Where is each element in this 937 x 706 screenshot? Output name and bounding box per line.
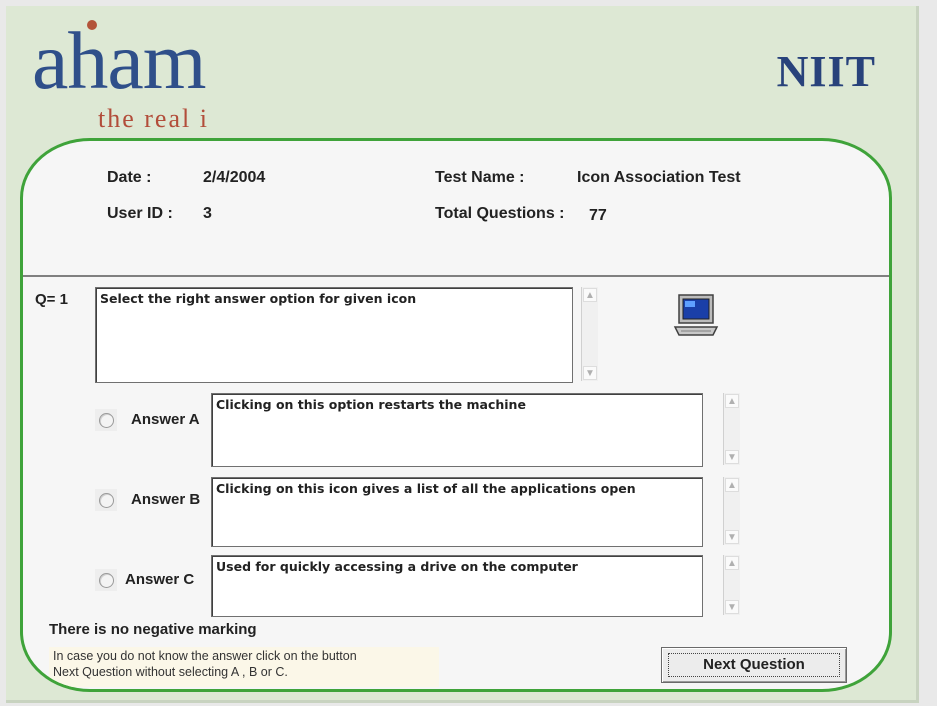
test-name-label: Test Name : [435,169,525,186]
question-number: Q= 1 [35,291,68,308]
question-scrollbar[interactable]: ▲ ▼ [581,287,598,381]
test-application: aham the real i NIIT Date : 2/4/2004 Use… [6,6,919,703]
header-divider [23,275,889,277]
scroll-down-icon[interactable]: ▼ [725,600,739,614]
answer-c-radio-wrap [95,569,117,591]
answer-b-label: Answer B [131,491,201,508]
scroll-down-icon[interactable]: ▼ [583,366,597,380]
scroll-up-icon[interactable]: ▲ [583,288,597,302]
answer-b-radio-wrap [95,489,117,511]
answer-c-textbox[interactable]: Used for quickly accessing a drive on th… [211,555,703,617]
scroll-down-icon[interactable]: ▼ [725,530,739,544]
answer-b-text: Clicking on this icon gives a list of al… [216,481,636,496]
answer-c-text: Used for quickly accessing a drive on th… [216,559,578,574]
hint-line-1: In case you do not know the answer click… [53,649,357,663]
answer-a-radio-wrap [95,409,117,431]
date-label: Date : [107,169,152,186]
instruction-hint: In case you do not know the answer click… [49,647,439,687]
aham-logo: aham the real i [32,20,292,138]
next-question-button[interactable]: Next Question [661,647,847,683]
date-value: 2/4/2004 [203,169,266,186]
question-textbox[interactable]: Select the right answer option for given… [95,287,573,383]
test-panel: Date : 2/4/2004 User ID : 3 Test Name : … [20,138,892,692]
answer-c-scrollbar[interactable]: ▲ ▼ [723,555,740,615]
answer-a-scrollbar[interactable]: ▲ ▼ [723,393,740,465]
question-text: Select the right answer option for given… [100,291,417,306]
user-id-value: 3 [203,205,212,222]
scroll-down-icon[interactable]: ▼ [725,450,739,464]
scroll-up-icon[interactable]: ▲ [725,478,739,492]
answer-c-label: Answer C [125,571,195,588]
answer-c-radio[interactable] [99,573,114,588]
total-questions-value: 77 [589,207,607,224]
total-questions-label: Total Questions : [435,205,565,222]
computer-monitor-icon [673,294,719,336]
button-focus-ring [668,653,840,677]
logo-text: aham [32,15,207,106]
answer-b-textbox[interactable]: Clicking on this icon gives a list of al… [211,477,703,547]
user-id-label: User ID : [107,205,173,222]
answer-a-text: Clicking on this option restarts the mac… [216,397,526,412]
hint-line-2: Next Question without selecting A , B or… [53,665,288,679]
scroll-up-icon[interactable]: ▲ [725,556,739,570]
window-frame: aham the real i NIIT Date : 2/4/2004 Use… [0,0,937,706]
answer-b-scrollbar[interactable]: ▲ ▼ [723,477,740,545]
answer-a-textbox[interactable]: Clicking on this option restarts the mac… [211,393,703,467]
answer-a-radio[interactable] [99,413,114,428]
no-negative-marking-note: There is no negative marking [49,621,257,638]
test-name-value: Icon Association Test [577,169,741,186]
answer-a-label: Answer A [131,411,200,428]
logo-tagline: the real i [98,104,209,133]
answer-b-radio[interactable] [99,493,114,508]
niit-logo: NIIT [776,47,876,96]
scroll-up-icon[interactable]: ▲ [725,394,739,408]
